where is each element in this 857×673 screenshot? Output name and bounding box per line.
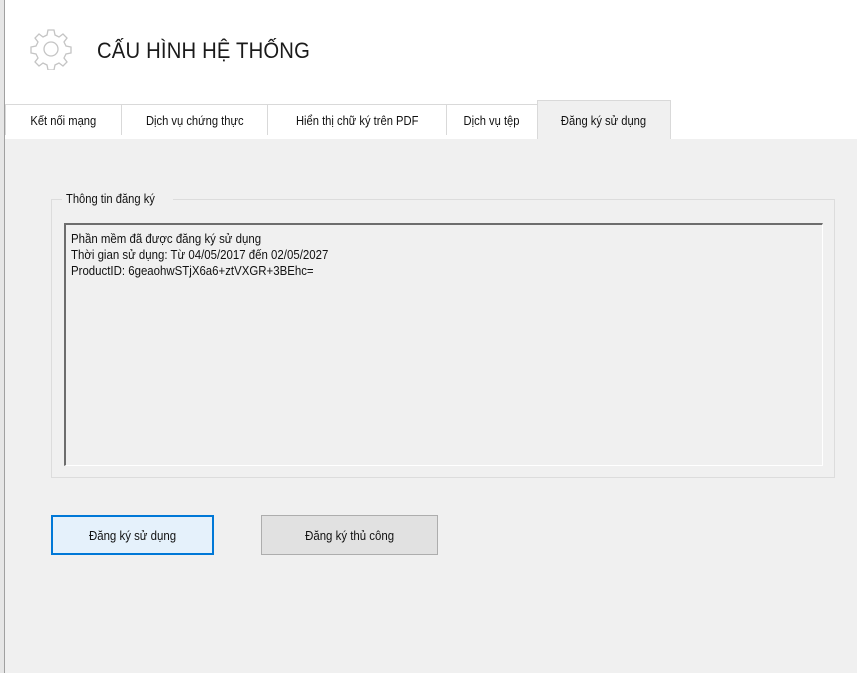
tab-pdf-signature-display[interactable]: Hiển thị chữ ký trên PDF: [267, 104, 447, 135]
manual-register-button-label: Đăng ký thủ công: [304, 527, 395, 543]
tab-content: Thông tin đăng ký Phần mềm đã được đăng …: [5, 139, 857, 673]
usage-period-line: Thời gian sử dụng: Từ 04/05/2017 đến 02/…: [71, 247, 329, 262]
header: CẤU HÌNH HỆ THỐNG: [5, 0, 857, 100]
tab-authentication-service[interactable]: Dịch vụ chứng thực: [121, 104, 268, 135]
tab-bar: Kết nối mạng Dịch vụ chứng thực Hiển thị…: [5, 100, 857, 140]
tab-file-service[interactable]: Dịch vụ tệp: [446, 104, 538, 135]
group-label: Thông tin đăng ký: [62, 191, 174, 206]
tab-network[interactable]: Kết nối mạng: [5, 104, 122, 135]
registration-info-textbox[interactable]: Phần mềm đã được đăng ký sử dụng Thời gi…: [64, 223, 823, 466]
tab-registration[interactable]: Đăng ký sử dụng: [537, 100, 671, 140]
register-button-label: Đăng ký sử dụng: [88, 527, 177, 543]
tab-label: Dịch vụ chứng thực: [145, 112, 244, 128]
page-title: CẤU HÌNH HỆ THỐNG: [97, 38, 311, 63]
register-button[interactable]: Đăng ký sử dụng: [51, 515, 214, 555]
tab-label: Hiển thị chữ ký trên PDF: [295, 112, 419, 128]
registration-info-group: Thông tin đăng ký Phần mềm đã được đăng …: [51, 191, 835, 478]
tab-label: Dịch vụ tệp: [464, 112, 520, 128]
gear-icon: [30, 29, 72, 70]
product-id-line: ProductID: 6geaohwSTjX6a6+ztVXGR+3BEhc=: [71, 263, 314, 278]
registration-status-line: Phần mềm đã được đăng ký sử dụng: [71, 231, 262, 246]
manual-register-button[interactable]: Đăng ký thủ công: [261, 515, 438, 555]
tab-label: Kết nối mạng: [30, 112, 97, 128]
tab-label: Đăng ký sử dụng: [561, 113, 647, 128]
